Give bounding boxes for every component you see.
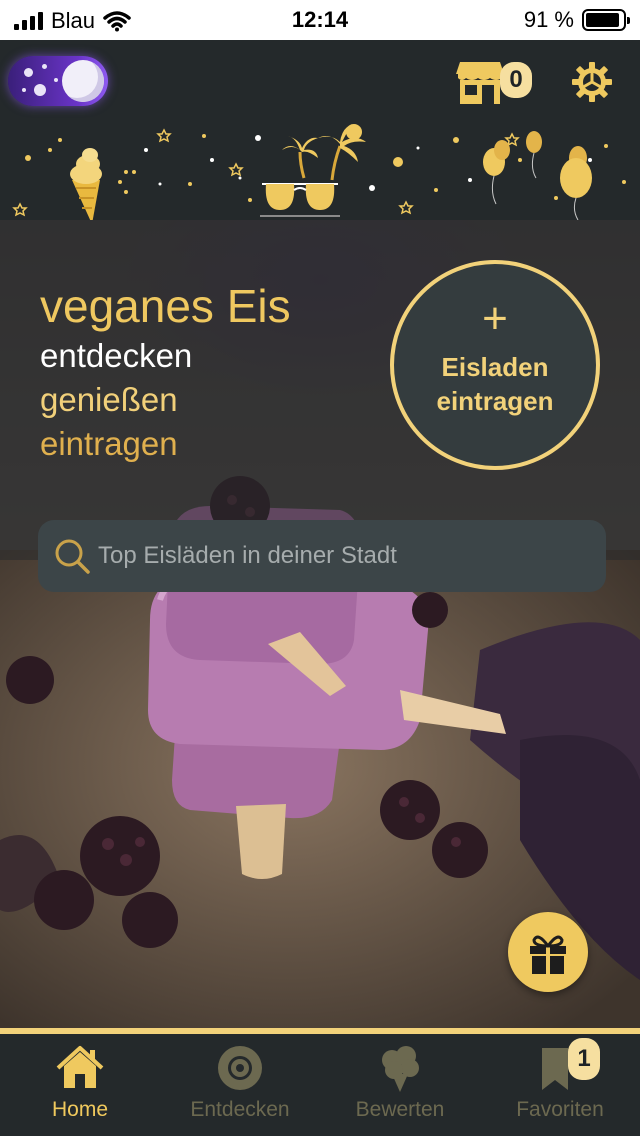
tagline-discover: entdecken bbox=[40, 337, 193, 374]
balloons-icon bbox=[483, 131, 592, 220]
tagline-enjoy: genießen bbox=[40, 381, 178, 418]
app-header: 0 bbox=[0, 40, 640, 220]
tab-rate[interactable]: Bewerten bbox=[320, 1034, 480, 1136]
tab-favorites-label: Favoriten bbox=[516, 1098, 604, 1121]
add-shop-button[interactable]: + Eisladen eintragen bbox=[390, 260, 600, 470]
home-icon bbox=[56, 1046, 104, 1088]
tagline-title: veganes Eis bbox=[40, 280, 291, 332]
tagline: veganes Eis entdecken genießen eintragen bbox=[40, 278, 291, 466]
gift-icon bbox=[530, 935, 566, 974]
ice-cream-cone-icon bbox=[70, 148, 128, 220]
battery-percent: 91 % bbox=[523, 7, 574, 32]
tab-discover-label: Entdecken bbox=[190, 1098, 290, 1121]
store-badge: 0 bbox=[500, 62, 532, 98]
search-placeholder: Top Eisläden in deiner Stadt bbox=[98, 542, 397, 569]
gear-icon[interactable] bbox=[570, 60, 614, 104]
moon-icon bbox=[62, 60, 104, 102]
ice-cream-icon bbox=[382, 1046, 419, 1092]
palm-trees-icon bbox=[282, 124, 366, 181]
tab-discover[interactable]: Entdecken bbox=[160, 1034, 320, 1136]
tab-bar: Home Entdecken Bewerten Favoriten bbox=[0, 1034, 640, 1136]
search-bar[interactable]: Top Eisläden in deiner Stadt bbox=[38, 520, 606, 592]
status-bar: Blau 12:14 91 % bbox=[0, 0, 640, 40]
battery-icon bbox=[582, 9, 630, 31]
night-mode-toggle[interactable] bbox=[8, 56, 108, 106]
hero-section: veganes Eis entdecken genießen eintragen… bbox=[0, 220, 640, 1028]
tab-home[interactable]: Home bbox=[0, 1034, 160, 1136]
add-shop-label: Eisladen eintragen bbox=[436, 352, 554, 416]
header-decoration bbox=[12, 124, 626, 220]
tab-favorites[interactable]: Favoriten bbox=[480, 1034, 640, 1136]
tagline-submit: eintragen bbox=[40, 425, 178, 462]
target-icon bbox=[218, 1046, 262, 1090]
plus-icon: + bbox=[482, 294, 508, 343]
tab-rate-label: Bewerten bbox=[355, 1098, 445, 1121]
favorites-badge: 1 bbox=[568, 1038, 600, 1080]
sunglasses-icon bbox=[260, 183, 340, 217]
search-icon bbox=[55, 539, 90, 574]
gift-button[interactable] bbox=[508, 912, 588, 992]
tab-home-label: Home bbox=[51, 1098, 109, 1121]
